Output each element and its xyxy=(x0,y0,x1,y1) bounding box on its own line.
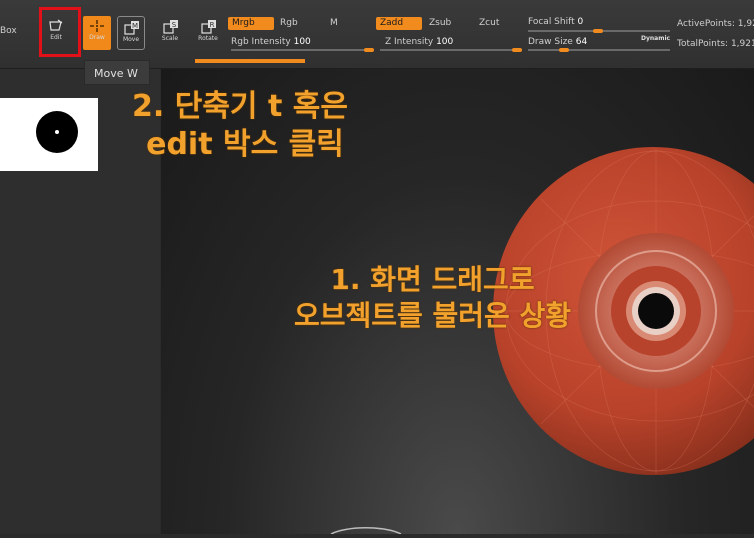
move-icon: M xyxy=(124,21,139,35)
step1-line1: 1. 화면 드래그로 xyxy=(330,263,535,296)
draw-size-value: 64 xyxy=(575,37,588,47)
step2-line1: 2. 단축기 t 혹은 xyxy=(132,89,348,124)
step1-line2: 오브젝트를 불러온 상황 xyxy=(293,299,572,332)
z-intensity-value: 100 xyxy=(436,37,454,47)
rgb-intensity-track[interactable] xyxy=(231,49,373,51)
draw-icon xyxy=(90,20,104,32)
zadd-button[interactable]: Zadd xyxy=(376,17,422,30)
step2-line2: edit 박스 클릭 xyxy=(146,127,344,162)
move-label: Move xyxy=(122,36,140,43)
move-tooltip: Move W xyxy=(84,60,150,85)
scale-icon: S xyxy=(163,20,178,34)
move-key: M xyxy=(132,22,138,30)
draw-size-track[interactable] xyxy=(528,49,670,51)
focal-shift-value: 0 xyxy=(577,17,584,27)
scale-label: Scale xyxy=(161,35,179,42)
zcut-button[interactable]: Zcut xyxy=(475,17,520,30)
z-intensity-label: Z Intensity xyxy=(385,37,434,47)
draw-size-label: Draw Size xyxy=(528,37,573,47)
total-points: TotalPoints: 1,921 xyxy=(677,39,754,49)
step1-annotation: 1. 화면 드래그로 오브젝트를 불러온 상황 xyxy=(240,262,625,334)
rgb-intensity-label: Rgb Intensity xyxy=(231,37,291,47)
m-button[interactable]: M xyxy=(326,17,346,30)
z-intensity-knob[interactable] xyxy=(512,48,522,52)
z-intensity-slider[interactable]: Z Intensity 100 xyxy=(385,37,453,47)
draw-size-slider[interactable]: Draw Size 64 xyxy=(528,37,587,47)
focal-shift-slider[interactable]: Focal Shift 0 xyxy=(528,17,583,27)
rgb-button[interactable]: Rgb xyxy=(276,17,316,30)
rotate-key: R xyxy=(210,21,215,29)
rotate-label: Rotate xyxy=(198,35,218,42)
edit-highlight-box xyxy=(39,7,81,57)
scale-button[interactable]: S Scale xyxy=(156,16,184,50)
rotate-button[interactable]: R Rotate xyxy=(194,16,222,50)
focal-shift-label: Focal Shift xyxy=(528,17,575,27)
rotate-icon: R xyxy=(201,20,216,34)
dynamic-toggle[interactable]: Dynamic xyxy=(641,35,670,42)
lightbox-label[interactable]: Box xyxy=(0,26,17,36)
zsub-button[interactable]: Zsub xyxy=(425,17,470,30)
top-toolbar: Box Edit Draw M Move S Scale R Rotate Mr… xyxy=(0,0,754,69)
rgb-intensity-indicator xyxy=(195,59,305,63)
rgb-intensity-value: 100 xyxy=(293,37,311,47)
step2-annotation: 2. 단축기 t 혹은 edit 박스 클릭 xyxy=(132,88,348,164)
focal-shift-knob[interactable] xyxy=(593,29,603,33)
rgb-intensity-knob[interactable] xyxy=(364,48,374,52)
brush-dot-icon xyxy=(36,111,78,153)
draw-label: Draw xyxy=(89,34,105,41)
active-points: ActivePoints: 1,92 xyxy=(677,19,754,29)
mrgb-button[interactable]: Mrgb xyxy=(228,17,274,30)
draw-button[interactable]: Draw xyxy=(83,16,111,50)
move-button[interactable]: M Move xyxy=(117,16,145,50)
scale-key: S xyxy=(172,21,177,29)
z-intensity-track[interactable] xyxy=(380,49,522,51)
brush-alpha-thumbnail[interactable] xyxy=(0,98,98,171)
draw-size-knob[interactable] xyxy=(559,48,569,52)
rgb-intensity-slider[interactable]: Rgb Intensity 100 xyxy=(231,37,311,47)
